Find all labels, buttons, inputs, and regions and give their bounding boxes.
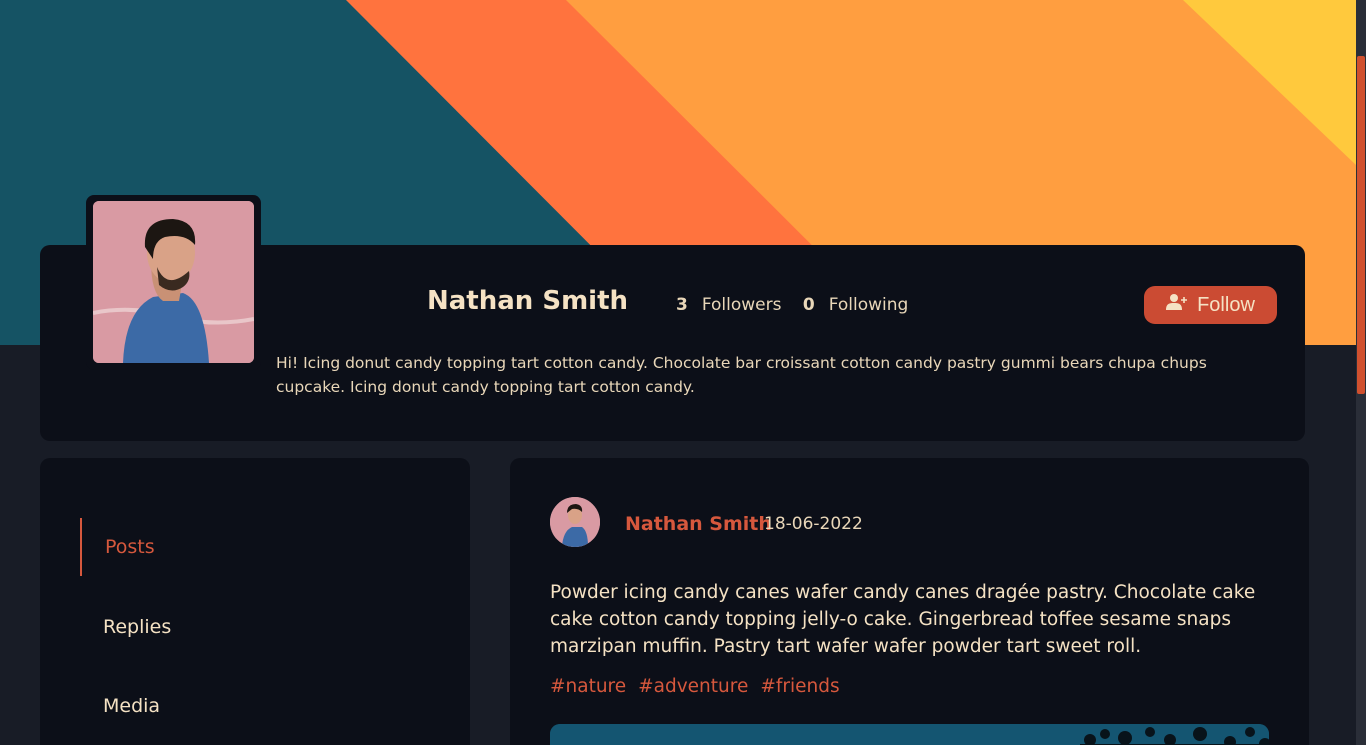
following-count: 0 xyxy=(802,295,815,315)
sidebar-item-media[interactable]: Media xyxy=(80,677,380,735)
user-plus-icon xyxy=(1166,293,1188,317)
page-scrollbar[interactable] xyxy=(1356,0,1366,745)
followers-count: 3 xyxy=(676,295,688,315)
follow-button[interactable]: Follow xyxy=(1144,286,1277,324)
scrollbar-thumb[interactable] xyxy=(1357,56,1365,394)
profile-bio: Hi! Icing donut candy topping tart cotto… xyxy=(276,354,1207,396)
post-author-name[interactable]: Nathan Smith xyxy=(625,513,772,535)
tag-adventure[interactable]: #adventure xyxy=(638,676,748,697)
post-card: Nathan Smith 18-06-2022 Powder icing can… xyxy=(510,458,1309,745)
profile-stats: 3 Followers 0 Following xyxy=(676,295,924,315)
post-image[interactable] xyxy=(550,724,1269,745)
post-author-avatar[interactable] xyxy=(550,497,600,547)
sidebar-item-replies[interactable]: Replies xyxy=(80,598,380,656)
following-label[interactable]: Following xyxy=(829,295,909,315)
profile-avatar[interactable] xyxy=(86,195,261,370)
profile-name: Nathan Smith xyxy=(427,286,629,316)
profile-sidebar: Posts Replies Media xyxy=(40,458,470,745)
post-body: Powder icing candy canes wafer candy can… xyxy=(550,582,1256,657)
followers-label[interactable]: Followers xyxy=(702,295,782,315)
tag-nature[interactable]: #nature xyxy=(550,676,626,697)
tag-friends[interactable]: #friends xyxy=(760,676,839,697)
profile-photo xyxy=(93,201,254,363)
follow-button-label: Follow xyxy=(1197,293,1255,316)
post-date: 18-06-2022 xyxy=(764,514,863,534)
post-tags: #nature #adventure #friends xyxy=(550,676,852,697)
sidebar-item-posts[interactable]: Posts xyxy=(80,518,380,576)
